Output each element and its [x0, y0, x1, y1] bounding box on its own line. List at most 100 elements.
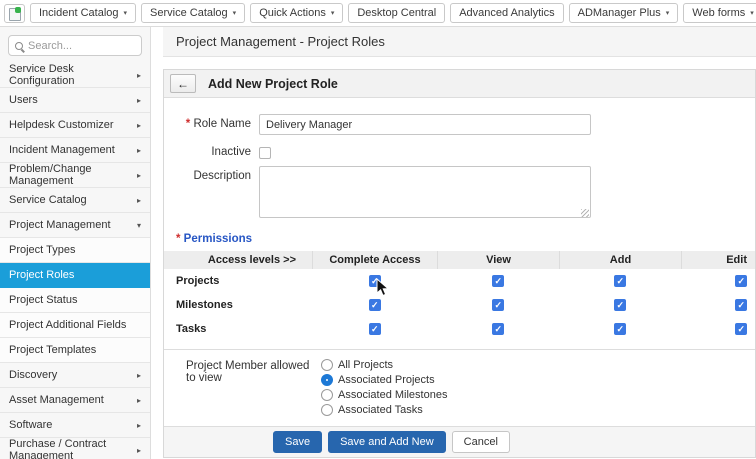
checkbox-tasks-view[interactable]	[492, 323, 504, 335]
radio-associated-tasks[interactable]	[321, 404, 333, 416]
chevron-right-icon: ▸	[136, 70, 141, 80]
cancel-button[interactable]: Cancel	[451, 431, 510, 453]
radio-label: Associated Milestones	[338, 389, 448, 401]
description-label: Description	[193, 170, 251, 182]
sidebar-item-label: Asset Management	[9, 394, 104, 406]
checkbox-projects-add[interactable]	[614, 275, 626, 287]
sidebar-item-label: Service Catalog	[9, 194, 87, 206]
sidebar-item-service-desk-configuration[interactable]: Service Desk Configuration ▸	[0, 63, 150, 88]
sidebar-item-incident-management[interactable]: Incident Management ▸	[0, 138, 150, 163]
option-associated-milestones[interactable]: Associated Milestones	[321, 389, 447, 401]
checkbox-tasks-add[interactable]	[614, 323, 626, 335]
sidebar-item-label: Project Status	[9, 294, 78, 306]
topbar-item-admanager-plus[interactable]: ADManager Plus ▾	[568, 3, 679, 23]
topbar-item-incident-catalog[interactable]: Incident Catalog ▾	[30, 3, 137, 23]
panel-title: Add New Project Role	[208, 76, 338, 91]
save-and-add-new-button[interactable]: Save and Add New	[328, 431, 446, 453]
checkbox-milestones-edit[interactable]	[735, 299, 747, 311]
chevron-right-icon: ▸	[136, 420, 141, 430]
radio-all-projects[interactable]	[321, 359, 333, 371]
member-view-section: Project Member allowed to view All Proje…	[164, 349, 755, 426]
topbar-label: Web forms	[692, 7, 746, 19]
checkbox-milestones-add[interactable]	[614, 299, 626, 311]
sidebar-item-project-templates[interactable]: Project Templates	[0, 338, 150, 363]
topbar-label: Desktop Central	[357, 7, 437, 19]
sidebar: Service Desk Configuration ▸ Users ▸ Helpd…	[0, 27, 151, 459]
chevron-right-icon: ▸	[136, 170, 141, 180]
note-icon[interactable]	[4, 3, 25, 23]
panel-header: ← Add New Project Role	[164, 70, 755, 98]
topbar-item-quick-actions[interactable]: Quick Actions ▾	[250, 3, 344, 23]
search-box[interactable]	[8, 35, 142, 56]
checkbox-projects-view[interactable]	[492, 275, 504, 287]
option-associated-tasks[interactable]: Associated Tasks	[321, 404, 447, 416]
chevron-down-icon: ▾	[330, 9, 335, 17]
sidebar-item-project-additional-fields[interactable]: Project Additional Fields	[0, 313, 150, 338]
sidebar-item-label: Project Additional Fields	[9, 319, 127, 331]
sidebar-item-purchase-contract-management[interactable]: Purchase / Contract Management ▸	[0, 438, 150, 459]
sidebar-item-label: Incident Management	[9, 144, 115, 156]
sidebar-search	[0, 27, 150, 63]
sidebar-item-helpdesk-customizer[interactable]: Helpdesk Customizer ▸	[0, 113, 150, 138]
sidebar-item-project-types[interactable]: Project Types	[0, 238, 150, 263]
chevron-right-icon: ▸	[136, 120, 141, 130]
sidebar-item-users[interactable]: Users ▸	[0, 88, 150, 113]
sidebar-item-label: Discovery	[9, 369, 58, 381]
row-label: Tasks	[176, 323, 207, 335]
topbar-label: Service Catalog	[150, 7, 228, 19]
checkbox-milestones-complete-access[interactable]	[368, 299, 381, 311]
column-view: View	[437, 251, 559, 269]
option-all-projects[interactable]: All Projects	[321, 359, 447, 371]
table-row-milestones: Milestones	[164, 293, 755, 317]
sidebar-item-project-roles[interactable]: Project Roles	[0, 263, 150, 288]
sidebar-item-label: Problem/Change Management	[9, 163, 92, 187]
checkbox-tasks-edit[interactable]	[735, 323, 747, 335]
form-footer: Save Save and Add New Cancel	[164, 426, 755, 457]
radio-associated-milestones[interactable]	[321, 389, 333, 401]
sidebar-item-label: Project Templates	[9, 344, 97, 356]
topbar-label: ADManager Plus	[577, 7, 661, 19]
sidebar-item-discovery[interactable]: Discovery ▸	[0, 363, 150, 388]
chevron-down-icon: ▾	[232, 9, 237, 17]
save-button[interactable]: Save	[273, 431, 323, 453]
checkbox-projects-complete-access[interactable]	[368, 275, 381, 287]
sidebar-item-label: Software	[9, 419, 53, 431]
topbar-item-desktop-central[interactable]: Desktop Central	[348, 3, 446, 23]
role-name-input[interactable]	[259, 114, 591, 135]
search-input[interactable]	[28, 39, 135, 52]
topbar-item-web-forms[interactable]: Web forms ▾	[683, 3, 756, 23]
sidebar-item-label: Helpdesk Customizer	[9, 119, 114, 131]
checkbox-tasks-complete-access[interactable]	[368, 323, 381, 335]
search-icon	[15, 41, 23, 50]
sidebar-item-problem-change-management[interactable]: Problem/Change Management ▸	[0, 163, 150, 188]
chevron-right-icon: ▸	[136, 395, 141, 405]
back-arrow-icon: ←	[177, 76, 189, 91]
sidebar-item-service-catalog[interactable]: Service Catalog ▸	[0, 188, 150, 213]
description-textarea[interactable]	[259, 166, 591, 218]
sidebar-item-project-status[interactable]: Project Status	[0, 288, 150, 313]
back-button[interactable]: ←	[170, 74, 196, 93]
checkbox-projects-edit[interactable]	[735, 275, 747, 287]
topbar-item-service-catalog[interactable]: Service Catalog ▾	[141, 3, 246, 23]
chevron-down-icon: ▾	[123, 9, 128, 17]
table-row-tasks: Tasks	[164, 317, 755, 341]
option-associated-projects[interactable]: Associated Projects	[321, 374, 447, 386]
radio-label: All Projects	[338, 359, 394, 371]
inactive-label: Inactive	[211, 146, 251, 158]
sidebar-item-project-management[interactable]: Project Management ▾	[0, 213, 150, 238]
chevron-right-icon: ▸	[136, 195, 141, 205]
role-form: Role Name Inactive Description	[164, 98, 755, 221]
checkbox-milestones-view[interactable]	[492, 299, 504, 311]
topbar-item-advanced-analytics[interactable]: Advanced Analytics	[450, 3, 564, 23]
sidebar-nav: Service Desk Configuration ▸ Users ▸ Helpd…	[0, 63, 150, 459]
sidebar-item-label: Project Types	[9, 244, 76, 256]
column-access-levels: Access levels >>	[207, 254, 296, 266]
radio-associated-projects[interactable]	[321, 374, 333, 386]
inactive-checkbox[interactable]	[259, 147, 271, 159]
sidebar-item-software[interactable]: Software ▸	[0, 413, 150, 438]
column-add: Add	[559, 251, 681, 269]
sidebar-item-label: Project Management	[9, 219, 111, 231]
page-title: Project Management - Project Roles	[176, 34, 385, 49]
sidebar-item-asset-management[interactable]: Asset Management ▸	[0, 388, 150, 413]
topbar-label: Incident Catalog	[39, 7, 119, 19]
